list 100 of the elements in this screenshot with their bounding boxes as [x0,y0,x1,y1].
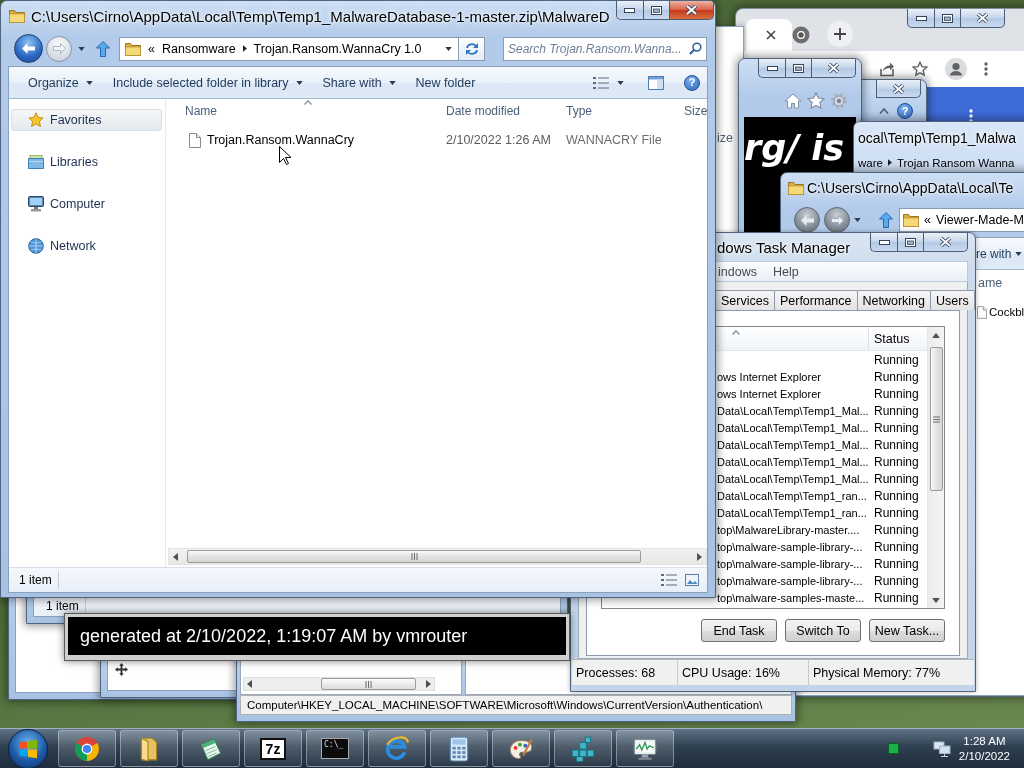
move-icon [115,663,128,676]
new-tab-button[interactable] [827,21,853,47]
scroll-right-icon [426,680,431,688]
globe-icon [28,238,44,254]
maximize-button[interactable] [897,233,923,252]
column-header[interactable]: Date modified [437,99,557,123]
toolbar-button[interactable]: Include selected folder in library [102,70,313,95]
breadcrumb[interactable]: Trojan Ransom Wanna [896,156,1015,169]
toolbar-button[interactable]: Share with [312,70,406,95]
taskbar-button[interactable] [554,730,612,767]
caret-icon[interactable] [445,46,452,51]
grip-icon [365,680,372,688]
column-header[interactable]: Size [676,99,707,123]
push-button[interactable]: New Task... [869,619,945,642]
kebab-menu-icon [969,109,973,123]
task-name: ows Internet Explorer [717,387,822,400]
taskbar-button[interactable] [616,730,674,767]
breadcrumb[interactable]: Ransomware [161,41,236,56]
arrow-up-icon [879,212,893,228]
maximize-button[interactable] [934,9,960,28]
details-view-icon[interactable] [661,573,677,587]
vertical-scrollbar[interactable] [927,327,944,608]
details-view-icon[interactable] [593,75,609,90]
taskbar-button[interactable] [492,730,550,767]
scrollbar-thumb[interactable] [187,550,641,563]
taskbar-button[interactable]: C:\_ [306,730,364,767]
sidebar-item[interactable]: Computer [11,193,162,215]
search-field[interactable]: Search Trojan.Ransom.Wanna... [503,36,707,61]
column-header[interactable]: ize [717,131,733,145]
minimize-button[interactable] [870,233,897,252]
taskbar-button[interactable]: 7z [244,730,302,767]
forward-button[interactable] [824,207,850,233]
minimize-button[interactable] [615,1,643,20]
toolbar-button[interactable]: Organize [18,70,103,95]
close-icon [940,237,951,247]
column-header[interactable]: Type [557,99,676,123]
folder-stack-icon [28,155,44,169]
back-button[interactable] [794,207,820,233]
close-button[interactable] [668,1,714,20]
breadcrumb[interactable]: Trojan.Ransom.WannaCry 1.0 [253,41,422,56]
browser-tab[interactable] [746,19,792,51]
refresh-button[interactable] [459,36,485,61]
push-button[interactable]: End Task [701,619,777,642]
menu-item[interactable]: Help [772,264,799,279]
breadcrumb-overflow[interactable]: « [148,41,155,56]
caret-icon[interactable] [78,46,85,51]
file-name[interactable]: Cockbl [989,306,1024,318]
breadcrumb[interactable]: Viewer-Made-M [935,213,1024,227]
start-button[interactable] [8,728,48,768]
scrollbar-thumb[interactable] [321,678,416,690]
close-button[interactable] [960,9,1005,28]
minimize-button[interactable] [907,9,934,28]
toolbar-button[interactable]: re with [976,241,1023,266]
file-name[interactable]: Trojan.Ransom.WannaCry [207,133,355,147]
back-button[interactable] [14,34,43,63]
task-name: Data\Local\Temp\Temp1_ran... [717,506,868,519]
push-button[interactable]: Switch To [785,619,861,642]
grip-icon [410,553,418,560]
maximize-button[interactable] [642,1,669,20]
horizontal-scrollbar[interactable] [243,677,435,691]
close-button[interactable] [923,233,968,252]
arrow-up-icon [96,40,110,57]
thumbnail-view-icon[interactable] [685,574,699,586]
sidebar-item[interactable]: Libraries [11,151,162,173]
chevron-right-icon [887,159,892,166]
menu-item[interactable]: indows [718,264,757,279]
caret-icon[interactable] [854,218,861,222]
maximize-button[interactable] [785,59,811,78]
column-header[interactable]: Name [176,99,437,123]
scrollbar-thumb[interactable] [929,347,943,491]
tab[interactable]: Performance [773,290,858,310]
address-bar[interactable]: « Viewer-Made-M [899,208,1024,232]
tab[interactable]: Networking [856,290,932,310]
sidebar-item[interactable]: Network [11,235,162,257]
taskbar-button[interactable] [368,730,426,767]
taskbar-button[interactable] [430,730,488,767]
column-header[interactable]: Status [869,327,910,350]
taskbar-button[interactable] [58,730,116,767]
cubes-icon [570,735,596,762]
clock-time[interactable]: 1:28 AM [963,733,1006,749]
taskbar-button[interactable] [120,730,178,767]
sidebar-item[interactable]: Favorites [11,109,162,131]
address-bar[interactable]: « Ransomware Trojan.Ransom.WannaCry 1.0 [119,36,459,61]
column-header[interactable]: ame [978,276,1003,290]
breadcrumb[interactable]: ware [858,156,883,169]
close-button[interactable] [876,80,921,98]
breadcrumb-overflow[interactable]: « [924,213,931,227]
taskbar-button[interactable] [182,730,240,767]
task-name: top\malware-samples-maste... [717,591,866,604]
minimize-button[interactable] [758,59,785,78]
tab[interactable]: Users [930,290,975,310]
task-name: top\MalwareLibrary-master.... [717,523,861,536]
scroll-right-icon [697,552,702,561]
clock-date[interactable]: 2/10/2022 [958,748,1010,764]
toolbar-button[interactable]: New folder [405,70,486,95]
horizontal-scrollbar[interactable] [168,548,707,565]
registry-path: Computer\HKEY_LOCAL_MACHINE\SOFTWARE\Microsoft\Windows\CurrentVersion\Authentication\ [247,699,763,711]
close-button[interactable] [811,59,856,78]
tab[interactable]: Services [715,290,775,310]
task-name: Data\Local\Temp\Temp1_Mal... [717,472,869,485]
